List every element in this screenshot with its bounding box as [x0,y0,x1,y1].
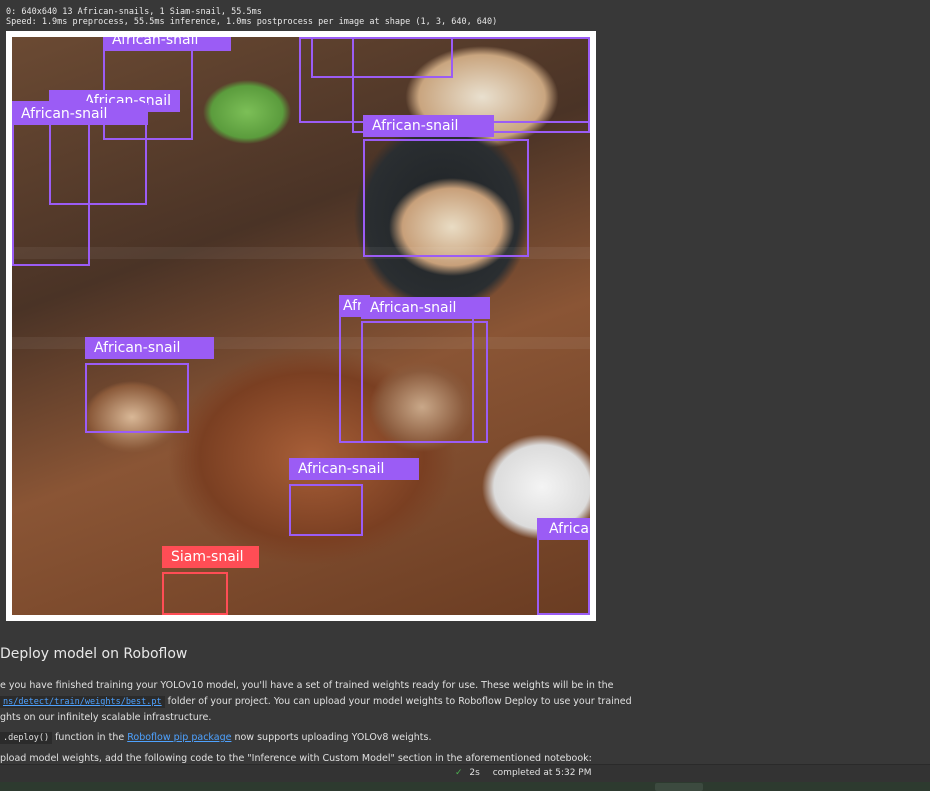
label-african: African-snail [289,458,419,480]
execution-status: ✓ 2s completed at 5:32 PM [455,768,592,778]
execution-duration: 2s [469,768,480,778]
paragraph-text: function in the [52,732,128,743]
bbox-african [85,363,189,433]
log-line-2: Speed: 1.9ms preprocess, 55.5ms inferenc… [6,17,498,27]
label-african: African-snail [363,115,494,137]
bbox-african [363,139,529,257]
paragraph-text: now supports uploading YOLOv8 weights. [231,732,432,743]
detection-image: African-snail African-snail African-snai… [12,37,590,615]
execution-status-bar: ✓ 2s completed at 5:32 PM [0,764,930,783]
bbox-african [537,535,590,615]
detection-image-frame: African-snail African-snail African-snai… [6,31,596,621]
paragraph-line: pload model weights, add the following c… [0,753,592,764]
label-siam: Siam-snail [162,546,259,568]
paragraph-line: ns/detect/train/weights/best.pt folder o… [0,696,632,708]
bbox-african [289,484,363,536]
label-african-cut: African-snail [537,518,590,540]
cell-output: 0: 640x640 13 African-snails, 1 Siam-sna… [0,0,930,627]
section-heading: Deploy model on Roboflow [0,646,188,662]
label-african: African-snail [361,297,490,319]
taskbar [0,782,930,791]
taskbar-button[interactable] [655,783,703,791]
bbox-siam [162,572,228,615]
paragraph-line: ghts on our infinitely scalable infrastr… [0,712,212,723]
markdown-cell: Deploy model on Roboflow e you have fini… [0,627,930,764]
paragraph-text: folder of your project. You can upload y… [164,696,632,707]
label-african: African-snail [85,337,214,359]
completed-time: completed at 5:32 PM [492,768,592,778]
label-african: African-snail [12,103,148,125]
weights-path-code[interactable]: ns/detect/train/weights/best.pt [0,696,165,708]
inference-log: 0: 640x640 13 African-snails, 1 Siam-sna… [6,7,497,27]
log-line-1: 0: 640x640 13 African-snails, 1 Siam-sna… [6,7,262,17]
label-african: African-snail [103,37,231,51]
bbox-african [361,321,488,443]
roboflow-pip-link[interactable]: Roboflow pip package [127,732,231,743]
deploy-code: .deploy() [0,732,53,744]
paragraph-line: .deploy() function in the Roboflow pip p… [0,732,432,744]
bbox-african [12,101,90,266]
check-icon: ✓ [455,768,463,778]
paragraph-line: e you have finished training your YOLOv1… [0,680,614,691]
